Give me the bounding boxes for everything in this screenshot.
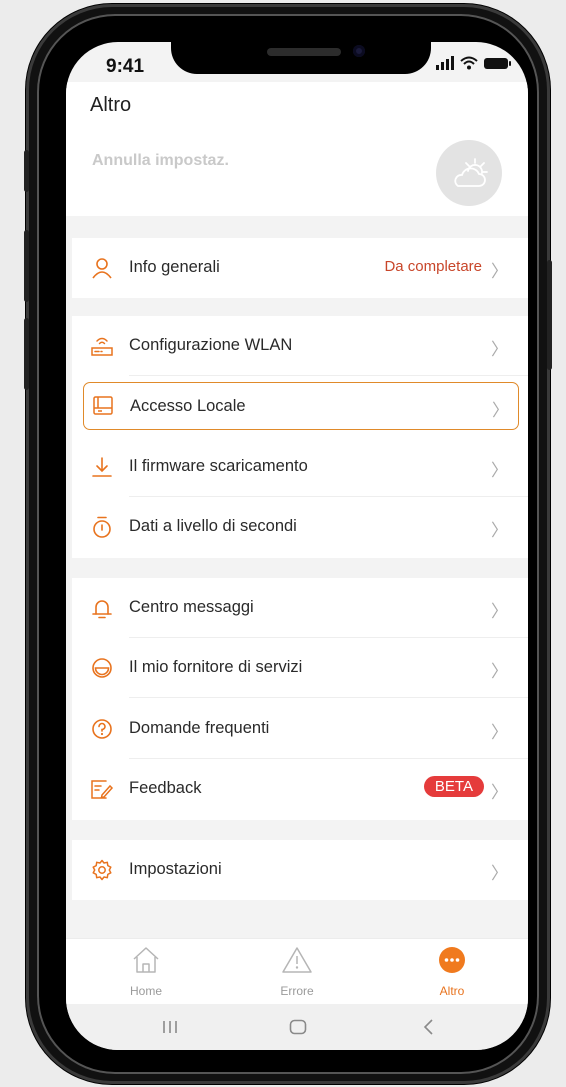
tab-home[interactable]: Home: [96, 945, 196, 998]
chevron-right-icon: 〉: [491, 864, 508, 883]
chevron-right-icon: 〉: [491, 461, 508, 480]
section-support: Centro messaggi 〉 Il mio fornitore di se…: [72, 578, 528, 820]
provider-icon: [90, 656, 114, 680]
tab-errore[interactable]: Errore: [247, 945, 347, 998]
menu-item-domande-frequenti[interactable]: Domande frequenti 〉: [72, 699, 528, 759]
menu-item-dati-secondi[interactable]: Dati a livello di secondi 〉: [72, 497, 528, 557]
menu-item-fornitore[interactable]: Il mio fornitore di servizi 〉: [72, 638, 528, 698]
status-icons: [436, 56, 511, 70]
home-button-icon[interactable]: [289, 1019, 307, 1035]
menu-item-label: Domande frequenti: [129, 719, 270, 737]
chevron-right-icon: 〉: [491, 521, 508, 540]
menu-item-impostazioni[interactable]: Impostazioni 〉: [72, 840, 528, 900]
tab-label: Errore: [280, 984, 314, 998]
front-camera: [353, 45, 365, 57]
menu-item-firmware[interactable]: Il firmware scaricamento 〉: [72, 437, 528, 497]
cloud-sun-icon[interactable]: [436, 140, 502, 206]
speaker-grille: [267, 48, 341, 56]
battery-icon: [484, 57, 511, 69]
warning-icon: [282, 947, 312, 973]
tab-label: Home: [129, 984, 162, 998]
menu-item-configurazione-wlan[interactable]: Configurazione WLAN 〉: [72, 316, 528, 376]
menu-item-feedback[interactable]: Feedback BETA 〉: [72, 759, 528, 819]
question-icon: [90, 717, 114, 741]
menu-item-label: Dati a livello di secondi: [129, 517, 297, 535]
menu-item-label: Centro messaggi: [129, 598, 254, 616]
menu-item-centro-messaggi[interactable]: Centro messaggi 〉: [72, 578, 528, 638]
tab-label: Altro: [439, 984, 465, 998]
menu-item-label: Feedback: [129, 779, 202, 797]
menu-item-label: Impostazioni: [129, 860, 222, 878]
cancel-settings-link[interactable]: Annulla impostaz.: [92, 152, 229, 170]
stopwatch-icon: [90, 515, 114, 539]
local-access-icon: [91, 394, 115, 418]
download-icon: [90, 455, 114, 479]
section-general: Info generali Da completare 〉: [72, 238, 528, 298]
section-settings: Impostazioni 〉: [72, 840, 528, 900]
feedback-icon: [90, 777, 114, 801]
beta-badge: BETA: [423, 776, 484, 797]
tab-altro[interactable]: Altro: [402, 945, 502, 998]
menu-item-label: Info generali: [129, 258, 220, 276]
menu-item-label: Il firmware scaricamento: [129, 457, 308, 475]
chevron-right-icon: 〉: [491, 662, 508, 681]
recent-apps-icon[interactable]: [162, 1020, 178, 1034]
page-title: Altro: [90, 94, 132, 116]
home-icon: [133, 947, 159, 973]
phone-screen: 9:41 Altro Annulla impostaz. Info genera…: [66, 42, 528, 1050]
back-icon[interactable]: [422, 1019, 434, 1035]
router-icon: [90, 334, 114, 358]
wifi-icon: [460, 56, 478, 70]
header: Altro Annulla impostaz.: [66, 82, 528, 216]
status-time: 9:41: [106, 56, 145, 77]
menu-item-accesso-locale[interactable]: Accesso Locale 〉: [83, 382, 519, 430]
menu-item-label: Il mio fornitore di servizi: [129, 658, 303, 676]
user-icon: [90, 256, 114, 280]
bell-icon: [90, 596, 114, 620]
menu-item-label: Accesso Locale: [130, 397, 246, 415]
volume-up-button: [24, 230, 29, 302]
notch: [171, 42, 431, 74]
volume-down-button: [24, 318, 29, 390]
system-nav-bar: [66, 1004, 528, 1050]
chevron-right-icon: 〉: [492, 401, 509, 420]
menu-item-label: Configurazione WLAN: [129, 336, 293, 354]
more-icon: [439, 947, 465, 973]
menu-item-info-generali[interactable]: Info generali Da completare 〉: [72, 238, 528, 298]
chevron-right-icon: 〉: [491, 602, 508, 621]
silent-switch: [24, 150, 29, 192]
section-connectivity: Configurazione WLAN 〉 Accesso Locale 〉 I…: [72, 316, 528, 558]
bottom-tab-bar: Home Errore Altro: [66, 938, 528, 1005]
status-text: Da completare: [384, 258, 482, 275]
chevron-right-icon: 〉: [491, 262, 508, 281]
signal-icon: [436, 56, 454, 70]
gear-icon: [90, 858, 114, 882]
chevron-right-icon: 〉: [491, 723, 508, 742]
power-button: [547, 260, 552, 370]
divider: [129, 697, 528, 698]
chevron-right-icon: 〉: [491, 783, 508, 802]
chevron-right-icon: 〉: [491, 340, 508, 359]
